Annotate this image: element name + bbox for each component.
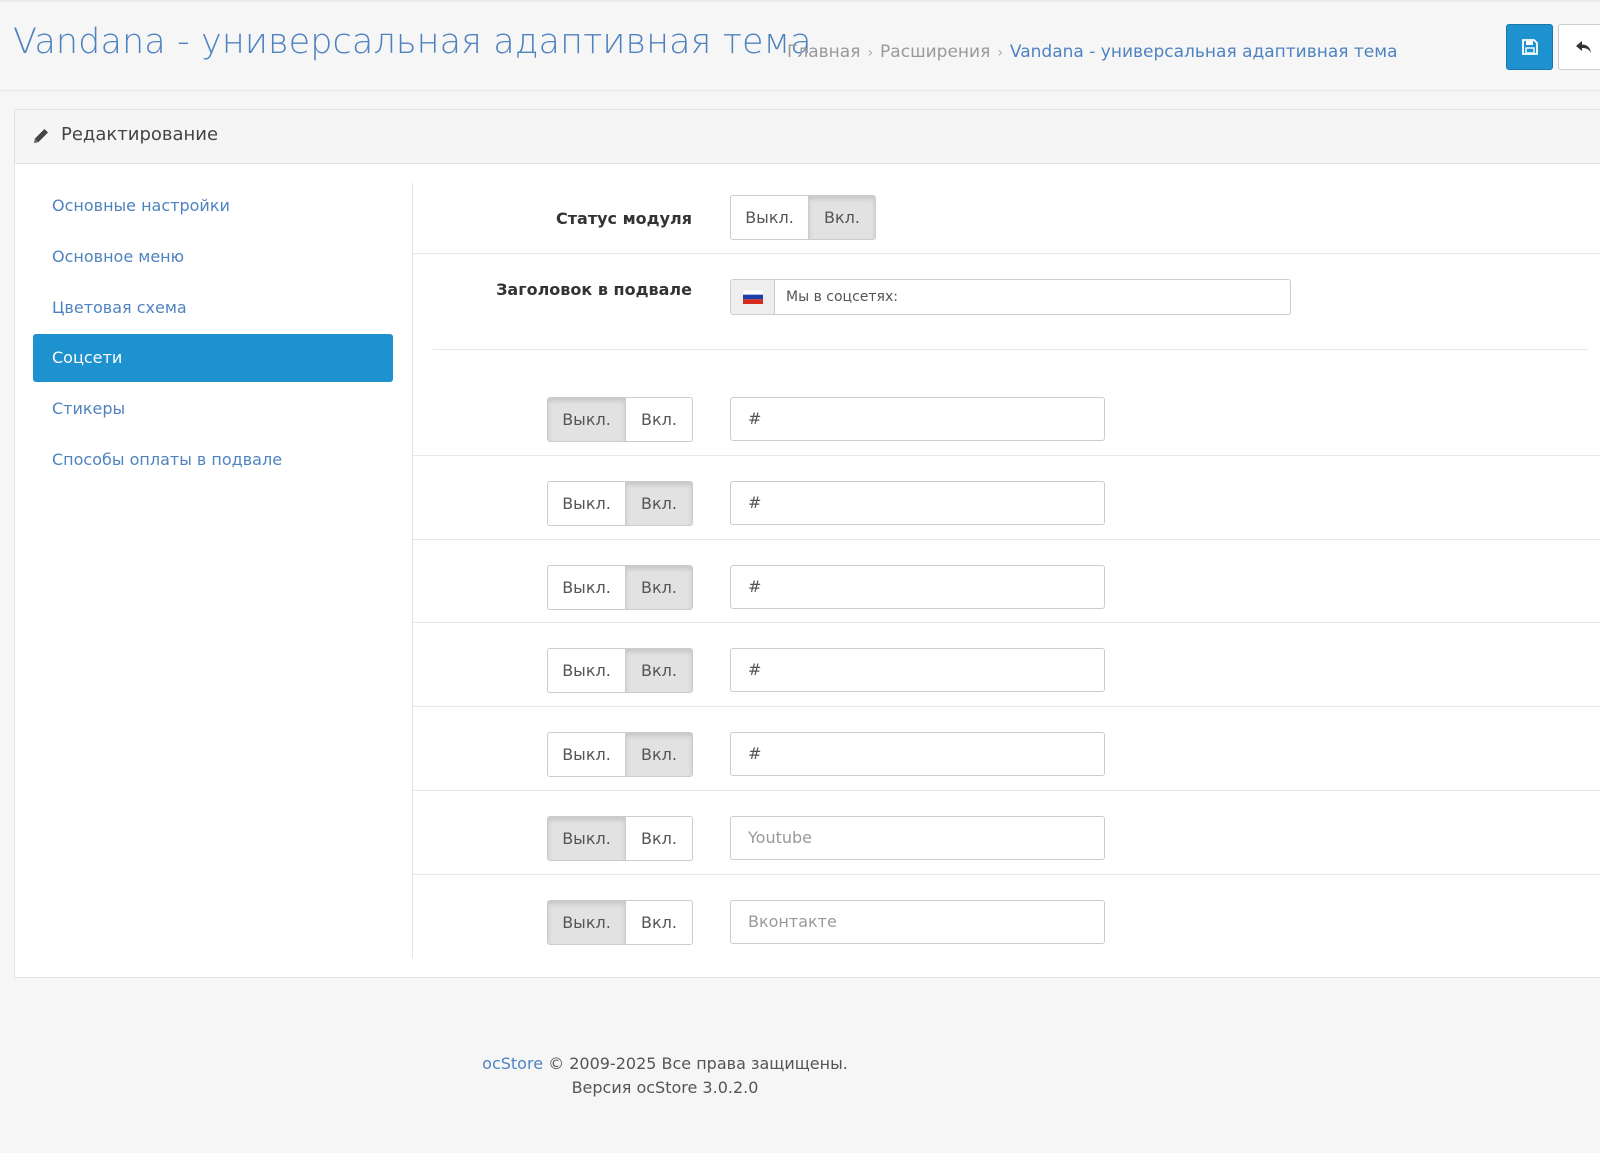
panel-heading-title: Редактирование	[61, 124, 219, 145]
social-link-value: #	[748, 744, 762, 763]
breadcrumb-separator-icon: ›	[997, 45, 1003, 61]
social-link-input[interactable]: #	[730, 732, 1105, 776]
back-button[interactable]	[1558, 24, 1600, 70]
social-off-option[interactable]: Выкл.	[548, 817, 626, 860]
floppy-disk-icon	[1521, 39, 1538, 55]
social-link-value: #	[748, 493, 762, 512]
social-toggle: Выкл. Вкл.	[547, 816, 693, 861]
footer-title-label: Заголовок в подвале	[496, 280, 692, 299]
breadcrumb-separator-icon: ›	[867, 45, 874, 61]
row-divider	[413, 706, 1600, 707]
breadcrumb: Главная › Расширения › Vandana - универсальн…	[787, 42, 1398, 62]
social-link-input[interactable]: #	[730, 565, 1105, 609]
sidebar-divider	[412, 183, 413, 958]
social-link-value: #	[748, 409, 762, 428]
footer-copyright-line: ocStore © 2009-2025 Все права защищены.	[0, 1052, 1330, 1076]
row-divider	[413, 874, 1600, 875]
social-on-option[interactable]: Вкл.	[626, 566, 692, 609]
social-on-option[interactable]: Вкл.	[626, 901, 692, 944]
page-header: Vandana - универсальная адаптивная тема …	[0, 2, 1600, 91]
social-on-option[interactable]: Вкл.	[626, 649, 692, 692]
sidebar-item-color-scheme[interactable]: Цветовая схема	[33, 284, 393, 332]
social-toggle: Выкл. Вкл.	[547, 397, 693, 442]
youtube-placeholder: Youtube	[748, 828, 812, 847]
pencil-icon	[34, 129, 48, 143]
module-status-label: Статус модуля	[556, 209, 692, 228]
page-title: Vandana - универсальная адаптивная тема	[13, 22, 812, 62]
sidebar-item-social[interactable]: Соцсети	[33, 334, 393, 382]
vkontakte-link-input[interactable]: Вконтакте	[730, 900, 1105, 944]
footer-title-input-group: Мы в соцсетях:	[730, 279, 1291, 315]
social-link-input[interactable]: #	[730, 397, 1105, 441]
page-footer: ocStore © 2009-2025 Все права защищены. …	[0, 1052, 1330, 1100]
social-toggle: Выкл. Вкл.	[547, 565, 693, 610]
social-off-option[interactable]: Выкл.	[548, 901, 626, 944]
vkontakte-placeholder: Вконтакте	[748, 912, 837, 931]
sidebar-item-main-menu[interactable]: Основное меню	[33, 233, 393, 281]
social-on-option[interactable]: Вкл.	[626, 733, 692, 776]
module-status-off-option[interactable]: Выкл.	[731, 196, 809, 239]
youtube-link-input[interactable]: Youtube	[730, 816, 1105, 860]
social-toggle: Выкл. Вкл.	[547, 732, 693, 777]
breadcrumb-extensions[interactable]: Расширения	[880, 42, 990, 62]
row-divider	[413, 539, 1600, 540]
module-status-toggle: Выкл. Вкл.	[730, 195, 876, 240]
save-button[interactable]	[1506, 24, 1553, 70]
social-off-option[interactable]: Выкл.	[548, 566, 626, 609]
section-divider	[433, 349, 1588, 350]
social-link-input[interactable]: #	[730, 481, 1105, 525]
panel-heading: Редактирование	[15, 110, 1600, 164]
social-link-input[interactable]: #	[730, 648, 1105, 692]
footer-title-input[interactable]: Мы в соцсетях:	[775, 280, 898, 314]
reply-arrow-icon	[1576, 41, 1591, 53]
row-divider	[413, 455, 1600, 456]
row-divider	[413, 253, 1600, 254]
breadcrumb-home[interactable]: Главная	[787, 42, 860, 62]
row-divider	[413, 622, 1600, 623]
module-status-on-option[interactable]: Вкл.	[809, 196, 875, 239]
social-toggle: Выкл. Вкл.	[547, 481, 693, 526]
sidebar-item-payment-methods[interactable]: Способы оплаты в подвале	[33, 436, 393, 484]
social-link-value: #	[748, 577, 762, 596]
social-off-option[interactable]: Выкл.	[548, 482, 626, 525]
social-off-option[interactable]: Выкл.	[548, 649, 626, 692]
social-link-value: #	[748, 660, 762, 679]
social-on-option[interactable]: Вкл.	[626, 398, 692, 441]
sidebar-item-main-settings[interactable]: Основные настройки	[33, 182, 393, 230]
footer-version: Версия ocStore 3.0.2.0	[571, 1078, 759, 1097]
footer-brand-link[interactable]: ocStore	[482, 1054, 543, 1073]
social-off-option[interactable]: Выкл.	[548, 733, 626, 776]
row-divider	[413, 790, 1600, 791]
breadcrumb-current[interactable]: Vandana - универсальная адаптивная тема	[1010, 42, 1398, 62]
social-toggle: Выкл. Вкл.	[547, 648, 693, 693]
social-toggle: Выкл. Вкл.	[547, 900, 693, 945]
ru-flag-icon	[731, 280, 775, 314]
social-on-option[interactable]: Вкл.	[626, 817, 692, 860]
social-on-option[interactable]: Вкл.	[626, 482, 692, 525]
social-off-option[interactable]: Выкл.	[548, 398, 626, 441]
footer-copyright: © 2009-2025 Все права защищены.	[548, 1054, 848, 1073]
sidebar-item-stickers[interactable]: Стикеры	[33, 385, 393, 433]
